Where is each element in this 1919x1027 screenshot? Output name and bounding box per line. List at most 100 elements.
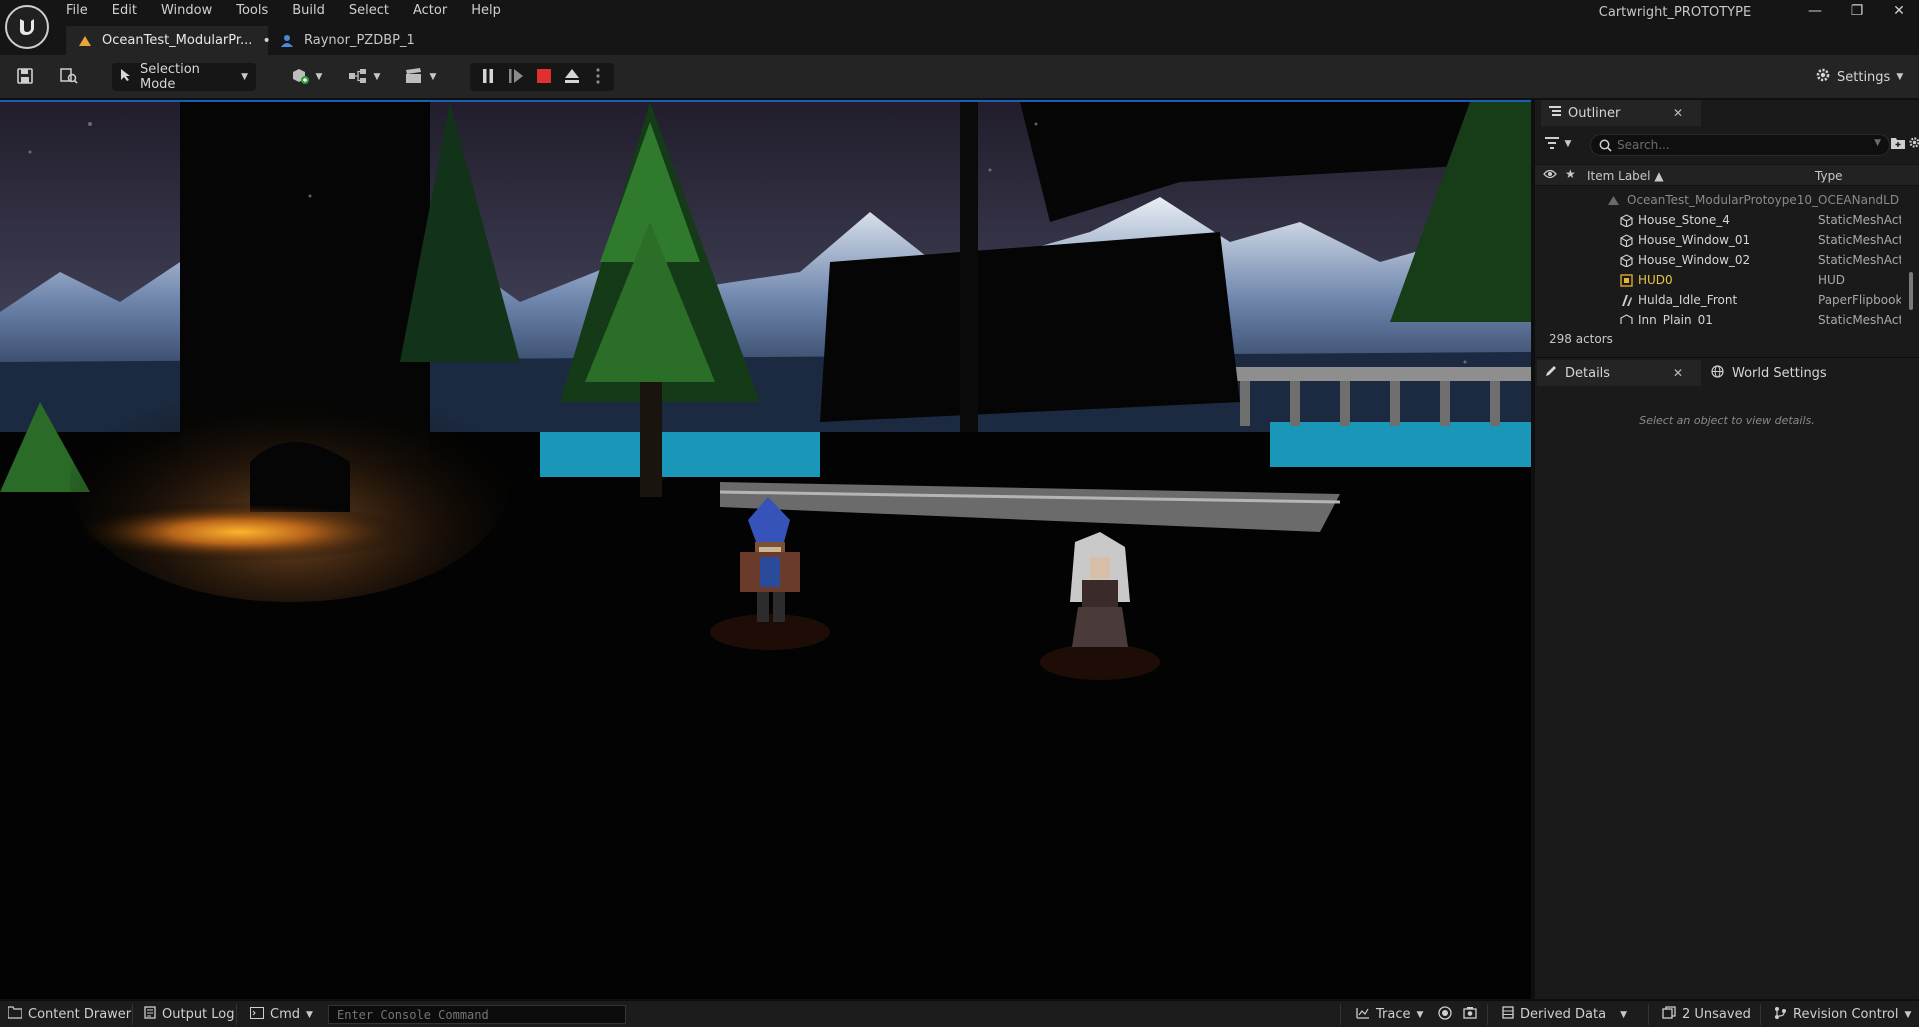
menu-bar: File Edit Window Tools Build Select Acto… (62, 0, 513, 22)
outliner-title: Outliner (1568, 105, 1621, 121)
console-command-input[interactable] (328, 1005, 626, 1024)
level-viewport[interactable] (0, 100, 1531, 999)
tab-blueprint-raynor[interactable]: Raynor_PZDBP_1 (268, 26, 438, 55)
actor-type: StaticMeshAct (1818, 313, 1901, 324)
output-log-label: Output Log (162, 1007, 235, 1022)
add-folder-button[interactable] (1889, 132, 1907, 156)
actor-type: PaperFlipbook (1818, 293, 1901, 307)
close-window-button[interactable]: ✕ (1878, 0, 1919, 24)
eject-icon (564, 68, 580, 87)
tab-label: Raynor_PZDBP_1 (304, 33, 415, 48)
visibility-column-icon[interactable] (1543, 168, 1557, 183)
close-outliner-button[interactable]: ✕ (1673, 106, 1683, 120)
eject-button[interactable] (560, 63, 584, 91)
outliner-row[interactable]: House_Stone_4 StaticMeshAct (1535, 210, 1901, 230)
derived-data-dropdown[interactable]: Derived Data ▼ (1502, 1001, 1627, 1027)
level-icon (78, 34, 92, 48)
type-column[interactable]: Type (1815, 169, 1843, 183)
chevron-down-icon: ▼ (373, 72, 381, 82)
divider (1487, 1004, 1488, 1025)
static-mesh-icon (1620, 314, 1633, 324)
minimize-button[interactable]: — (1794, 0, 1836, 24)
menu-help[interactable]: Help (459, 0, 513, 22)
outliner-row[interactable]: Inn_Plain_01 StaticMeshAct (1535, 310, 1901, 324)
divider (236, 1004, 237, 1025)
hud-icon (1620, 274, 1633, 287)
tab-world-settings[interactable]: World Settings (1703, 360, 1843, 386)
static-mesh-icon (1620, 254, 1633, 268)
revision-control-dropdown[interactable]: Revision Control ▼ (1774, 1001, 1911, 1027)
divider (1340, 1004, 1341, 1025)
restore-button[interactable]: ❐ (1836, 0, 1878, 24)
output-log-button[interactable]: Output Log (144, 1001, 235, 1027)
actor-label: House_Window_02 (1638, 253, 1751, 267)
outliner-row[interactable]: House_Window_01 StaticMeshAct (1535, 230, 1901, 250)
cinematics-button[interactable]: ▼ (400, 63, 440, 91)
item-label-column[interactable]: Item Label ▲ (1587, 169, 1664, 183)
outliner-level-row[interactable]: OceanTest_ModularProtoype10_OCEANandLD ( (1535, 190, 1901, 210)
gear-icon (1815, 67, 1831, 87)
divider (132, 1004, 133, 1025)
outliner-filter-button[interactable]: ▼ (1541, 132, 1575, 156)
outliner-row[interactable]: House_Window_02 StaticMeshAct (1535, 250, 1901, 270)
revision-control-label: Revision Control (1793, 1007, 1899, 1022)
pin-column-icon[interactable]: ★ (1565, 167, 1576, 181)
blueprints-button[interactable]: ▼ (344, 63, 384, 91)
add-actor-button[interactable]: ▼ (286, 63, 326, 91)
tab-level-oceantest[interactable]: OceanTest_ModularPr... • (66, 26, 271, 55)
title-bar: File Edit Window Tools Build Select Acto… (0, 0, 1919, 55)
divider (1648, 1004, 1649, 1025)
content-drawer-button[interactable]: Content Drawer (7, 1001, 131, 1027)
screenshot-button[interactable] (1463, 1001, 1477, 1027)
menu-actor[interactable]: Actor (401, 0, 459, 22)
static-mesh-icon (1620, 214, 1633, 228)
trace-dropdown[interactable]: Trace ▼ (1356, 1001, 1423, 1027)
outliner-search-input[interactable]: Search... ▼ (1590, 134, 1890, 156)
actor-type: StaticMeshAct (1818, 253, 1901, 267)
stop-button[interactable] (532, 63, 556, 91)
pause-button[interactable] (476, 63, 500, 91)
outliner-scrollbar[interactable] (1909, 272, 1913, 310)
settings-button[interactable]: Settings ▼ (1815, 63, 1911, 91)
stop-icon (536, 68, 552, 87)
actor-label: House_Stone_4 (1638, 213, 1730, 227)
menu-window[interactable]: Window (149, 0, 224, 22)
record-button[interactable] (1438, 1001, 1452, 1027)
save-button[interactable] (12, 63, 38, 91)
static-mesh-icon (1620, 234, 1633, 248)
blueprint-nodes-icon (348, 68, 368, 87)
outliner-row[interactable]: Hulda_Idle_Front PaperFlipbook (1535, 290, 1901, 310)
selection-mode-label: Selection Mode (140, 62, 200, 92)
menu-build[interactable]: Build (280, 0, 337, 22)
chevron-down-icon: ▼ (1896, 72, 1904, 82)
details-title: Details (1565, 365, 1611, 381)
menu-file[interactable]: File (62, 0, 100, 22)
search-icon (1599, 139, 1612, 155)
globe-icon (1711, 364, 1724, 382)
play-options-button[interactable] (588, 63, 608, 91)
menu-tools[interactable]: Tools (224, 0, 280, 22)
menu-select[interactable]: Select (337, 0, 401, 22)
menu-edit[interactable]: Edit (100, 0, 149, 22)
chevron-down-icon: ▼ (1564, 139, 1572, 149)
flipbook-icon (1620, 294, 1633, 307)
unreal-logo-icon[interactable] (5, 5, 49, 49)
tab-label: OceanTest_ModularPr... (102, 33, 253, 48)
search-placeholder: Search... (1617, 138, 1670, 152)
frame-skip-button[interactable] (504, 63, 528, 91)
database-icon (1502, 1006, 1514, 1023)
browse-button[interactable] (56, 63, 82, 91)
close-details-button[interactable]: ✕ (1673, 366, 1683, 380)
trace-label: Trace (1376, 1007, 1411, 1022)
outliner-icon (1549, 105, 1561, 121)
filter-icon (1544, 136, 1559, 152)
unsaved-label: 2 Unsaved (1682, 1007, 1751, 1022)
unsaved-button[interactable]: 2 Unsaved (1662, 1001, 1751, 1027)
cmd-dropdown[interactable]: Cmd ▼ (250, 1001, 313, 1027)
chevron-down-icon: ▼ (1874, 138, 1881, 148)
outliner-row[interactable]: HUD0 HUD (1535, 270, 1901, 290)
selection-mode-dropdown[interactable]: Selection Mode ▼ (112, 62, 256, 92)
outliner-settings-button[interactable] (1907, 132, 1919, 156)
gear-icon (1908, 136, 1919, 152)
revision-control-icon (1774, 1006, 1787, 1023)
